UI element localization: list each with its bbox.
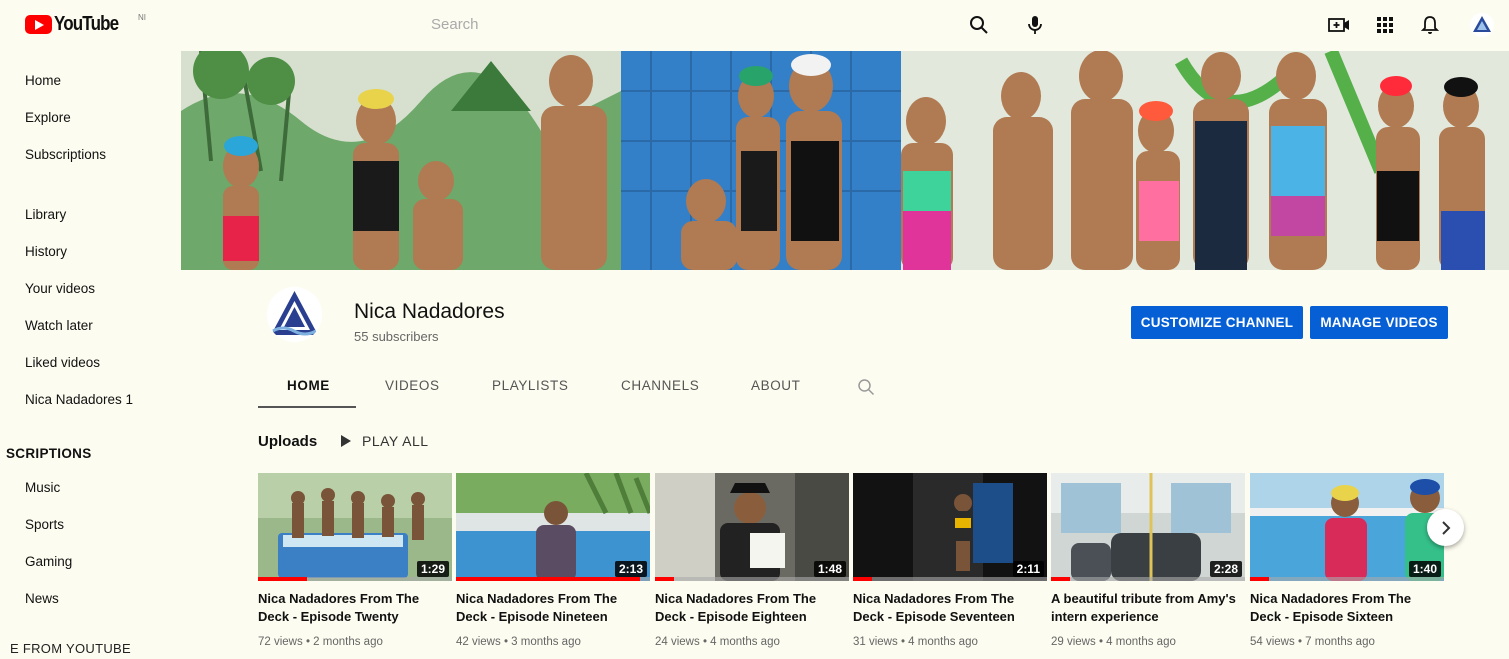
play-all-label: PLAY ALL — [362, 433, 429, 449]
watch-progress-track — [655, 577, 849, 581]
carousel-next-button[interactable] — [1427, 509, 1464, 546]
view-count: 72 views — [258, 636, 303, 648]
sidebar-item-gaming[interactable]: Gaming — [25, 554, 72, 569]
upload-age: 2 months ago — [313, 636, 383, 648]
sidebar-item-history[interactable]: History — [25, 244, 67, 259]
sidebar-item-explore[interactable]: Explore — [25, 110, 71, 125]
sidebar-item-subscriptions[interactable]: Subscriptions — [25, 147, 106, 162]
tab-playlists[interactable]: PLAYLISTS — [492, 378, 568, 393]
channel-search-icon[interactable] — [852, 373, 880, 401]
logo-text: YouTube — [54, 13, 119, 35]
video-title[interactable]: Nica Nadadores From The Deck - Episode N… — [456, 590, 646, 626]
channel-banner — [181, 51, 1509, 270]
video-thumbnail[interactable]: 1:29 — [258, 473, 452, 581]
tab-about[interactable]: ABOUT — [751, 378, 801, 393]
sidebar: Home Explore Subscriptions Library Histo… — [0, 56, 178, 659]
view-count: 42 views — [456, 636, 501, 648]
video-duration: 2:28 — [1209, 561, 1242, 577]
active-tab-indicator — [258, 406, 356, 408]
video-title[interactable]: Nica Nadadores From The Deck - Episode S… — [853, 590, 1043, 626]
more-from-youtube-header: E FROM YOUTUBE — [10, 641, 131, 656]
sidebar-item-home[interactable]: Home — [25, 73, 61, 88]
video-meta: 29 views • 4 months ago — [1051, 636, 1176, 648]
tab-home[interactable]: HOME — [287, 378, 330, 393]
watch-progress-bar — [258, 577, 307, 581]
banner-image — [181, 51, 1509, 270]
video-thumbnail[interactable]: 2:13 — [456, 473, 650, 581]
apps-grid-icon[interactable] — [1371, 11, 1399, 39]
create-video-icon[interactable] — [1325, 11, 1353, 39]
notifications-bell-icon[interactable] — [1416, 11, 1444, 39]
subscriber-count: 55 subscribers — [354, 329, 439, 344]
upload-age: 7 months ago — [1305, 636, 1375, 648]
video-meta: 72 views • 2 months ago — [258, 636, 383, 648]
search-input[interactable] — [420, 6, 960, 42]
watch-progress-track — [1051, 577, 1245, 581]
watch-progress-bar — [1051, 577, 1071, 581]
sidebar-item-nica-nadadores[interactable]: Nica Nadadores 1 — [25, 392, 133, 407]
video-duration: 1:29 — [416, 561, 449, 577]
view-count: 54 views — [1250, 636, 1295, 648]
video-title[interactable]: A beautiful tribute from Amy's intern ex… — [1051, 590, 1241, 626]
channel-avatar — [267, 287, 322, 342]
watch-progress-bar — [853, 577, 873, 581]
top-bar: YouTube NI — [0, 0, 1509, 50]
tab-videos[interactable]: VIDEOS — [385, 378, 440, 393]
video-thumbnail[interactable]: 2:28 — [1051, 473, 1245, 581]
video-meta: 54 views • 7 months ago — [1250, 636, 1375, 648]
upload-age: 4 months ago — [1106, 636, 1176, 648]
video-title[interactable]: Nica Nadadores From The Deck - Episode E… — [655, 590, 845, 626]
watch-progress-track — [1250, 577, 1444, 581]
account-avatar-icon[interactable] — [1468, 11, 1496, 39]
upload-age: 3 months ago — [511, 636, 581, 648]
youtube-play-logo-icon — [25, 15, 52, 34]
video-thumbnail[interactable]: 1:40 — [1250, 473, 1444, 581]
watch-progress-bar — [1250, 577, 1270, 581]
sidebar-item-watch-later[interactable]: Watch later — [25, 318, 93, 333]
channel-logo-icon — [267, 287, 322, 342]
sidebar-item-your-videos[interactable]: Your videos — [25, 281, 95, 296]
upload-age: 4 months ago — [710, 636, 780, 648]
video-title[interactable]: Nica Nadadores From The Deck - Episode S… — [1250, 590, 1440, 626]
video-duration: 1:40 — [1408, 561, 1441, 577]
sidebar-item-library[interactable]: Library — [25, 207, 66, 222]
country-code: NI — [138, 13, 146, 22]
video-thumbnail[interactable]: 2:11 — [853, 473, 1047, 581]
video-thumbnail[interactable]: 1:48 — [655, 473, 849, 581]
watch-progress-bar — [655, 577, 675, 581]
microphone-icon[interactable] — [1021, 11, 1049, 39]
sidebar-item-sports[interactable]: Sports — [25, 517, 64, 532]
video-duration: 1:48 — [813, 561, 846, 577]
upload-age: 4 months ago — [908, 636, 978, 648]
view-count: 31 views — [853, 636, 898, 648]
sidebar-item-news[interactable]: News — [25, 591, 59, 606]
search-icon[interactable] — [965, 11, 993, 39]
watch-progress-bar — [456, 577, 641, 581]
play-all-button[interactable]: PLAY ALL — [340, 433, 429, 449]
chevron-right-icon — [1441, 520, 1450, 535]
youtube-logo[interactable]: YouTube NI — [25, 13, 146, 36]
tab-channels[interactable]: CHANNELS — [621, 378, 699, 393]
play-icon — [341, 435, 351, 447]
sidebar-item-liked-videos[interactable]: Liked videos — [25, 355, 100, 370]
subscriptions-header: SCRIPTIONS — [6, 446, 92, 461]
video-meta: 31 views • 4 months ago — [853, 636, 978, 648]
view-count: 29 views — [1051, 636, 1096, 648]
customize-channel-button[interactable]: CUSTOMIZE CHANNEL — [1131, 306, 1303, 339]
watch-progress-track — [853, 577, 1047, 581]
video-meta: 42 views • 3 months ago — [456, 636, 581, 648]
video-duration: 2:11 — [1012, 561, 1044, 577]
view-count: 24 views — [655, 636, 700, 648]
channel-name: Nica Nadadores — [354, 300, 505, 323]
uploads-section-title[interactable]: Uploads — [258, 433, 317, 450]
video-duration: 2:13 — [614, 561, 647, 577]
manage-videos-button[interactable]: MANAGE VIDEOS — [1310, 306, 1448, 339]
video-title[interactable]: Nica Nadadores From The Deck - Episode T… — [258, 590, 448, 626]
video-meta: 24 views • 4 months ago — [655, 636, 780, 648]
sidebar-item-music[interactable]: Music — [25, 480, 60, 495]
